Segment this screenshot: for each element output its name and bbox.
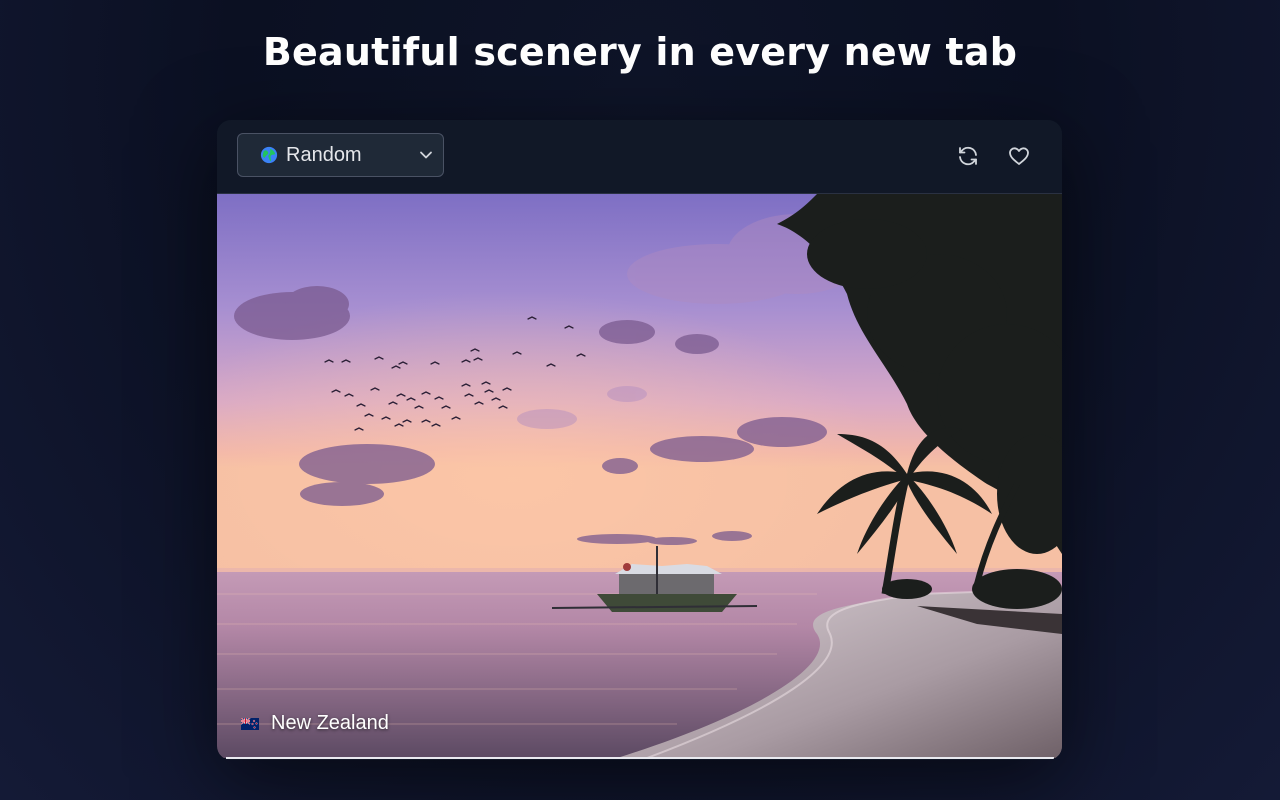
refresh-icon (959, 146, 977, 166)
preview-card: Random New Zealand (217, 120, 1062, 760)
refresh-button[interactable] (954, 142, 982, 170)
category-select-value: Random (286, 143, 362, 166)
card-bottom-edge (226, 757, 1054, 759)
new-zealand-flag-icon (241, 717, 259, 730)
category-select[interactable]: Random (237, 133, 444, 177)
globe-icon (260, 146, 278, 164)
heart-icon (1009, 147, 1029, 165)
location-label: New Zealand (271, 712, 389, 734)
page-headline: Beautiful scenery in every new tab (262, 30, 1018, 74)
chevron-down-icon (420, 151, 432, 159)
toolbar: Random (217, 120, 1062, 194)
photo-location: New Zealand (241, 712, 389, 735)
favorite-button[interactable] (1005, 142, 1033, 170)
scenery-photo (217, 194, 1062, 758)
